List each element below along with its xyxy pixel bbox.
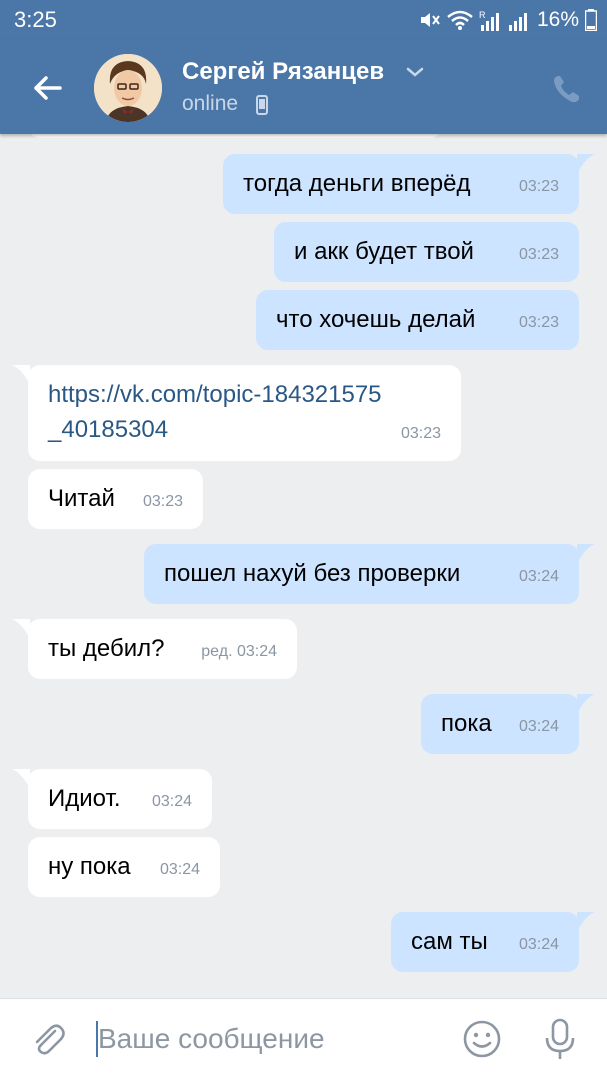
message-bubble-incoming[interactable]: ты дебил? ред. 03:24 [28, 619, 297, 679]
message-time: 03:23 [400, 425, 441, 442]
bubble-tail [577, 154, 595, 174]
arrow-left-icon[interactable] [30, 70, 66, 106]
bubble-tail [577, 912, 595, 932]
signal-icon [508, 13, 527, 31]
wifi-icon [447, 10, 473, 30]
message-text: ну пока [48, 853, 131, 880]
message-bubble-outgoing[interactable]: и акк будет твой 03:23 [274, 222, 579, 282]
message-bubble-incoming[interactable]: Идиот. 03:24 [28, 769, 212, 829]
svg-text:R: R [479, 10, 486, 20]
message-time: 03:24 [518, 936, 559, 953]
chevron-down-icon[interactable] [404, 64, 426, 80]
message-composer [0, 998, 607, 1081]
message-time: ред. 03:24 [201, 643, 277, 660]
message-bubble-outgoing[interactable]: тогда деньги вперёд 03:23 [223, 154, 579, 214]
message-text: ты дебил? [48, 635, 165, 662]
smiley-icon[interactable] [462, 1019, 502, 1059]
message-bubble-incoming[interactable]: Читай 03:23 [28, 469, 203, 529]
message-time: 03:23 [518, 246, 559, 263]
message-bubble-outgoing[interactable]: что хочешь делай 03:23 [256, 290, 579, 350]
chat-header: Сергей Рязанцев online [0, 40, 607, 134]
battery-icon [585, 9, 597, 31]
contact-status: online [182, 92, 239, 115]
message-bubble-incoming[interactable]: https://vk.com/topic-184321575 _40185304… [28, 365, 461, 461]
message-bubble-outgoing[interactable]: сам ты 03:24 [391, 912, 579, 972]
message-text: Идиот. [48, 785, 121, 812]
avatar-portrait-icon [94, 54, 162, 122]
message-list[interactable]: тогда деньги вперёд 03:23 и акк будет тв… [0, 134, 607, 998]
mute-icon [420, 13, 440, 27]
status-bar: 3:25 R 16% [0, 0, 607, 40]
message-link[interactable]: _40185304 [48, 413, 168, 447]
bubble-tail [577, 694, 595, 714]
mobile-phone-icon [256, 95, 268, 115]
message-text: и акк будет твой [294, 238, 474, 265]
message-text: тогда деньги вперёд [243, 170, 471, 197]
message-bubble-partial [28, 134, 442, 138]
microphone-icon[interactable] [540, 1017, 580, 1061]
message-time: 03:23 [142, 493, 183, 510]
bubble-tail [577, 544, 595, 564]
message-link[interactable]: https://vk.com/topic-184321575 [48, 378, 382, 412]
message-time: 03:23 [518, 314, 559, 331]
phone-icon[interactable] [550, 72, 584, 106]
message-time: 03:24 [518, 568, 559, 585]
message-time: 03:24 [151, 793, 192, 810]
message-bubble-outgoing[interactable]: пока 03:24 [421, 694, 579, 754]
paperclip-icon[interactable] [28, 1019, 68, 1059]
status-time: 3:25 [14, 7, 57, 32]
status-icons: R 16% [419, 8, 597, 32]
message-time: 03:24 [518, 718, 559, 735]
message-time: 03:23 [518, 178, 559, 195]
contact-name[interactable]: Сергей Рязанцев [182, 58, 384, 86]
message-time: 03:24 [159, 861, 200, 878]
signal-r-icon: R [479, 10, 499, 31]
message-text: сам ты [411, 928, 488, 955]
message-text: пошел нахуй без проверки [164, 560, 461, 587]
avatar[interactable] [94, 54, 162, 122]
battery-percent: 16% [536, 8, 579, 31]
message-input[interactable] [98, 1017, 438, 1061]
message-text: пока [441, 710, 492, 737]
message-text: Читай [48, 485, 115, 512]
message-bubble-incoming[interactable]: ну пока 03:24 [28, 837, 220, 897]
message-bubble-outgoing[interactable]: пошел нахуй без проверки 03:24 [144, 544, 579, 604]
message-text: что хочешь делай [276, 306, 476, 333]
